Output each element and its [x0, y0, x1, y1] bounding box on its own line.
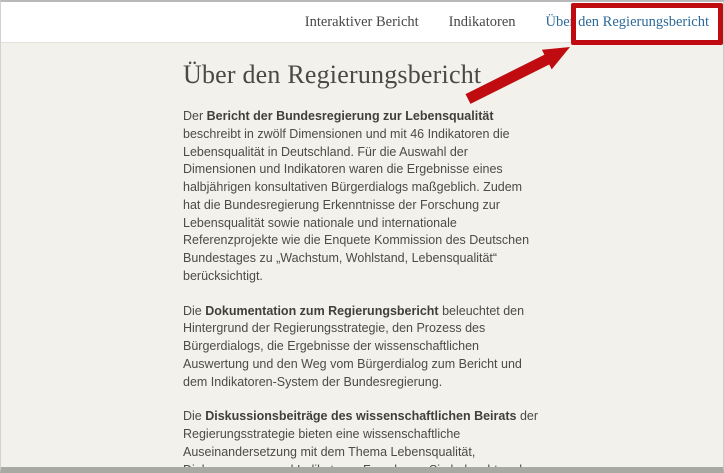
paragraph-bold-lead: Diskussionsbeiträge des wissenschaftlich…: [205, 409, 517, 424]
paragraph-text: beschreibt in zwölf Dimensionen und mit …: [183, 126, 530, 283]
paragraph-diskussionsbeitraege: Die Diskussionsbeiträge des wissenschaft…: [183, 408, 540, 467]
paragraph-bold-lead: Bericht der Bundesregierung zur Lebensqu…: [206, 109, 494, 123]
paragraph-text: Die: [183, 303, 206, 318]
paragraph-bold-lead: Dokumentation zum Regierungsbericht: [205, 303, 439, 318]
nav-item-ueber-den-regierungsbericht[interactable]: Über den Regierungsbericht: [546, 14, 709, 31]
paragraph-dokumentation: Die Dokumentation zum Regierungsbericht …: [183, 303, 540, 392]
app-window: Interaktiver Bericht Indikatoren Über de…: [0, 0, 724, 473]
top-nav: Interaktiver Bericht Indikatoren Über de…: [1, 2, 723, 43]
paragraph-bericht: Der Bericht der Bundesregierung zur Lebe…: [183, 108, 540, 286]
page-title: Über den Regierungsbericht: [183, 60, 482, 89]
nav-item-indikatoren[interactable]: Indikatoren: [449, 14, 516, 31]
nav-item-interaktiver-bericht[interactable]: Interaktiver Bericht: [305, 14, 419, 31]
paragraph-text: Der: [183, 109, 207, 123]
content-area: Über den Regierungsbericht Der Bericht d…: [183, 52, 540, 467]
paragraph-text: Die: [183, 409, 206, 424]
